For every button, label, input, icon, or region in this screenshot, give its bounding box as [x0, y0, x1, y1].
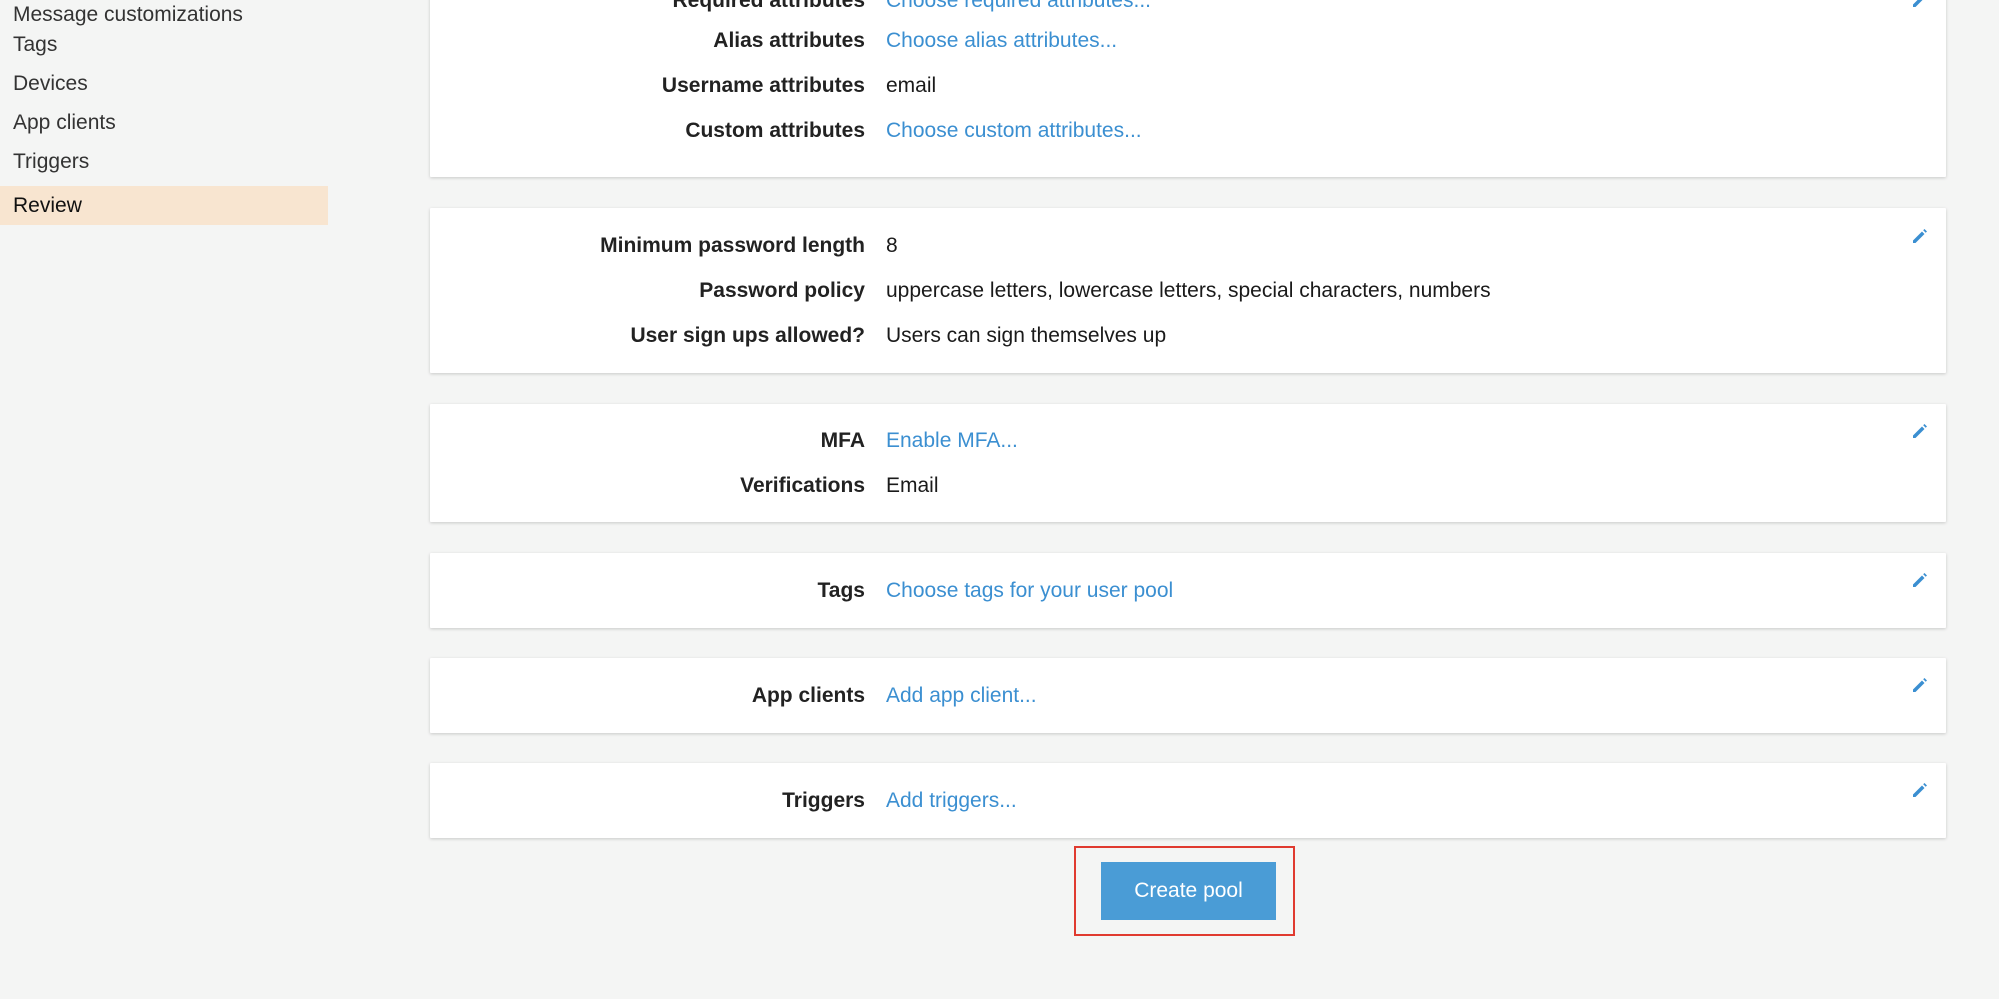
triggers-row: Triggers Add triggers...	[430, 786, 1946, 816]
sidebar-item-triggers[interactable]: Triggers	[0, 147, 328, 186]
username-attributes-row: Username attributes email	[430, 71, 1946, 101]
sidebar-nav: Message customizations Tags Devices App …	[0, 0, 328, 225]
custom-attributes-row: Custom attributes Choose custom attribut…	[430, 116, 1946, 146]
policies-card: Minimum password length 8 Password polic…	[430, 208, 1946, 373]
required-attributes-label: Required attributes	[672, 0, 865, 12]
alias-attributes-label: Alias attributes	[713, 29, 865, 52]
required-attributes-row: Required attributes Choose required attr…	[430, 0, 1946, 16]
password-policy-value: uppercase letters, lowercase letters, sp…	[886, 279, 1491, 302]
password-policy-row: Password policy uppercase letters, lower…	[430, 276, 1946, 306]
mfa-label: MFA	[820, 429, 865, 452]
app-clients-card: App clients Add app client...	[430, 658, 1946, 733]
sidebar-item-devices[interactable]: Devices	[0, 69, 328, 108]
add-triggers-link[interactable]: Add triggers...	[886, 786, 1017, 816]
username-attributes-value: email	[886, 74, 937, 97]
user-sign-ups-label: User sign ups allowed?	[630, 324, 865, 347]
min-password-length-value: 8	[886, 234, 898, 257]
verifications-label: Verifications	[740, 474, 865, 497]
alias-attributes-row: Alias attributes Choose alias attributes…	[430, 26, 1946, 56]
mfa-row: MFA Enable MFA...	[430, 426, 1946, 456]
mfa-card: MFA Enable MFA... Verifications Email	[430, 404, 1946, 522]
required-attributes-link[interactable]: Choose required attributes...	[886, 0, 1151, 16]
triggers-card: Triggers Add triggers...	[430, 763, 1946, 838]
tags-label: Tags	[817, 579, 865, 602]
password-policy-label: Password policy	[699, 279, 865, 302]
user-sign-ups-row: User sign ups allowed? Users can sign th…	[430, 321, 1946, 351]
create-pool-button[interactable]: Create pool	[1101, 862, 1276, 920]
choose-tags-link[interactable]: Choose tags for your user pool	[886, 576, 1173, 606]
sidebar-item-message-customizations[interactable]: Message customizations	[0, 0, 328, 30]
sidebar-item-review[interactable]: Review	[0, 186, 328, 225]
custom-attributes-link[interactable]: Choose custom attributes...	[886, 116, 1142, 146]
verifications-row: Verifications Email	[430, 471, 1946, 501]
custom-attributes-label: Custom attributes	[685, 119, 865, 142]
tags-card: Tags Choose tags for your user pool	[430, 553, 1946, 628]
triggers-label: Triggers	[782, 789, 865, 812]
alias-attributes-link[interactable]: Choose alias attributes...	[886, 26, 1117, 56]
username-attributes-label: Username attributes	[661, 74, 865, 97]
attributes-card: Required attributes Choose required attr…	[430, 0, 1946, 177]
min-password-length-label: Minimum password length	[600, 234, 865, 257]
app-clients-row: App clients Add app client...	[430, 681, 1946, 711]
app-clients-label: App clients	[751, 684, 865, 707]
user-sign-ups-value: Users can sign themselves up	[886, 324, 1167, 347]
sidebar-item-app-clients[interactable]: App clients	[0, 108, 328, 147]
min-password-length-row: Minimum password length 8	[430, 231, 1946, 261]
tags-row: Tags Choose tags for your user pool	[430, 576, 1946, 606]
sidebar-item-tags[interactable]: Tags	[0, 30, 328, 69]
verifications-value: Email	[886, 474, 939, 497]
enable-mfa-link[interactable]: Enable MFA...	[886, 426, 1018, 456]
add-app-client-link[interactable]: Add app client...	[886, 681, 1037, 711]
